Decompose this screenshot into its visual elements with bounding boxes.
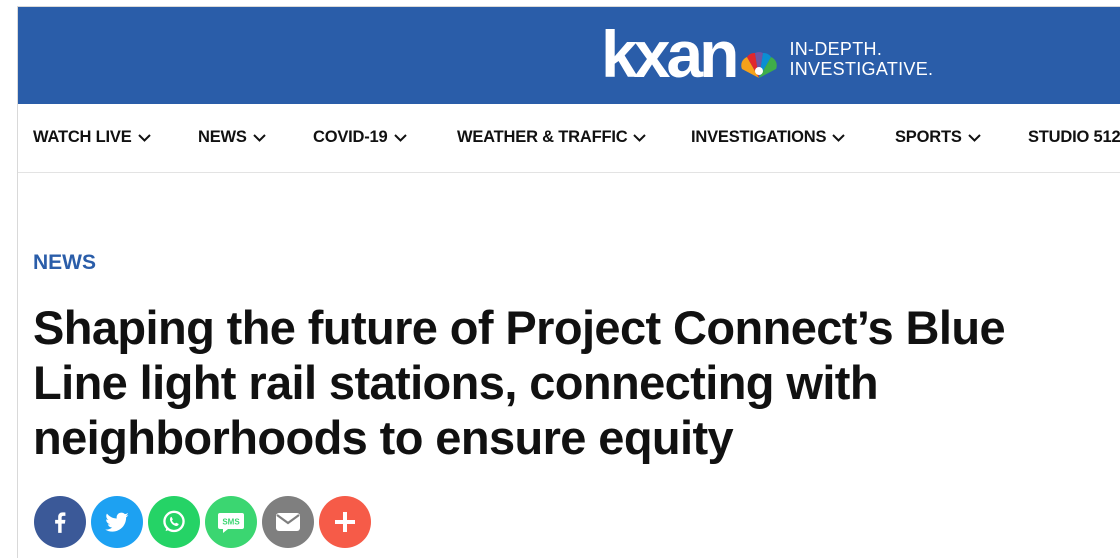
nav-item-label: COVID-19 (313, 128, 388, 146)
envelope-icon (276, 513, 300, 531)
tagline: IN-DEPTH. INVESTIGATIVE. (789, 39, 933, 79)
chevron-down-icon (137, 133, 151, 142)
share-twitter-button[interactable] (91, 496, 143, 548)
article-headline: Shaping the future of Project Connect’s … (33, 301, 1006, 464)
sms-label: SMS (222, 518, 240, 527)
share-bar: SMS (34, 496, 371, 548)
tagline-line1: IN-DEPTH. (789, 39, 883, 59)
nav-item-label: INVESTIGATIONS (691, 128, 827, 146)
nav-item-label: WATCH LIVE (33, 128, 132, 146)
share-sms-button[interactable]: SMS (205, 496, 257, 548)
share-more-button[interactable] (319, 496, 371, 548)
share-email-button[interactable] (262, 496, 314, 548)
chevron-down-icon (393, 133, 407, 142)
nav-item-label: SPORTS (895, 128, 962, 146)
category-link[interactable]: NEWS (33, 251, 96, 275)
share-whatsapp-button[interactable] (148, 496, 200, 548)
plus-icon (335, 512, 355, 532)
nav-item-news[interactable]: NEWS (198, 128, 266, 147)
twitter-icon (105, 512, 129, 532)
chevron-down-icon (633, 133, 647, 142)
nbc-peacock-icon (741, 52, 778, 78)
nav-item-studio-512[interactable]: STUDIO 512 (1028, 128, 1120, 147)
chevron-down-icon (832, 133, 846, 142)
site-header: kxan IN-DEPTH. INVESTIGATIVE. (18, 7, 1120, 104)
nav-item-watch-live[interactable]: WATCH LIVE (33, 128, 151, 147)
whatsapp-icon (163, 510, 185, 533)
nav-item-covid-19[interactable]: COVID-19 (313, 128, 407, 147)
site-logo[interactable]: kxan IN-DEPTH. INVESTIGATIVE. (601, 17, 933, 91)
nav-item-investigations[interactable]: INVESTIGATIONS (691, 128, 846, 147)
tagline-line2: INVESTIGATIVE. (789, 59, 934, 79)
nav-item-label: NEWS (198, 128, 247, 146)
share-facebook-button[interactable] (34, 496, 86, 548)
sms-icon: SMS (218, 513, 244, 533)
chevron-down-icon (252, 133, 266, 142)
nav-item-label: STUDIO 512 (1028, 128, 1120, 146)
nav-item-weather-traffic[interactable]: WEATHER & TRAFFIC (457, 128, 647, 147)
main-nav: WATCH LIVE NEWS COVID-19 WEATHER & TRAFF… (18, 104, 1120, 173)
nav-item-sports[interactable]: SPORTS (895, 128, 981, 147)
logo-wordmark: kxan (601, 17, 739, 91)
facebook-icon (55, 512, 66, 533)
chevron-down-icon (967, 133, 981, 142)
nav-item-label: WEATHER & TRAFFIC (457, 128, 628, 146)
browser-viewport: kxan IN-DEPTH. INVESTIGATIVE. WATCH LIVE… (17, 6, 1120, 558)
